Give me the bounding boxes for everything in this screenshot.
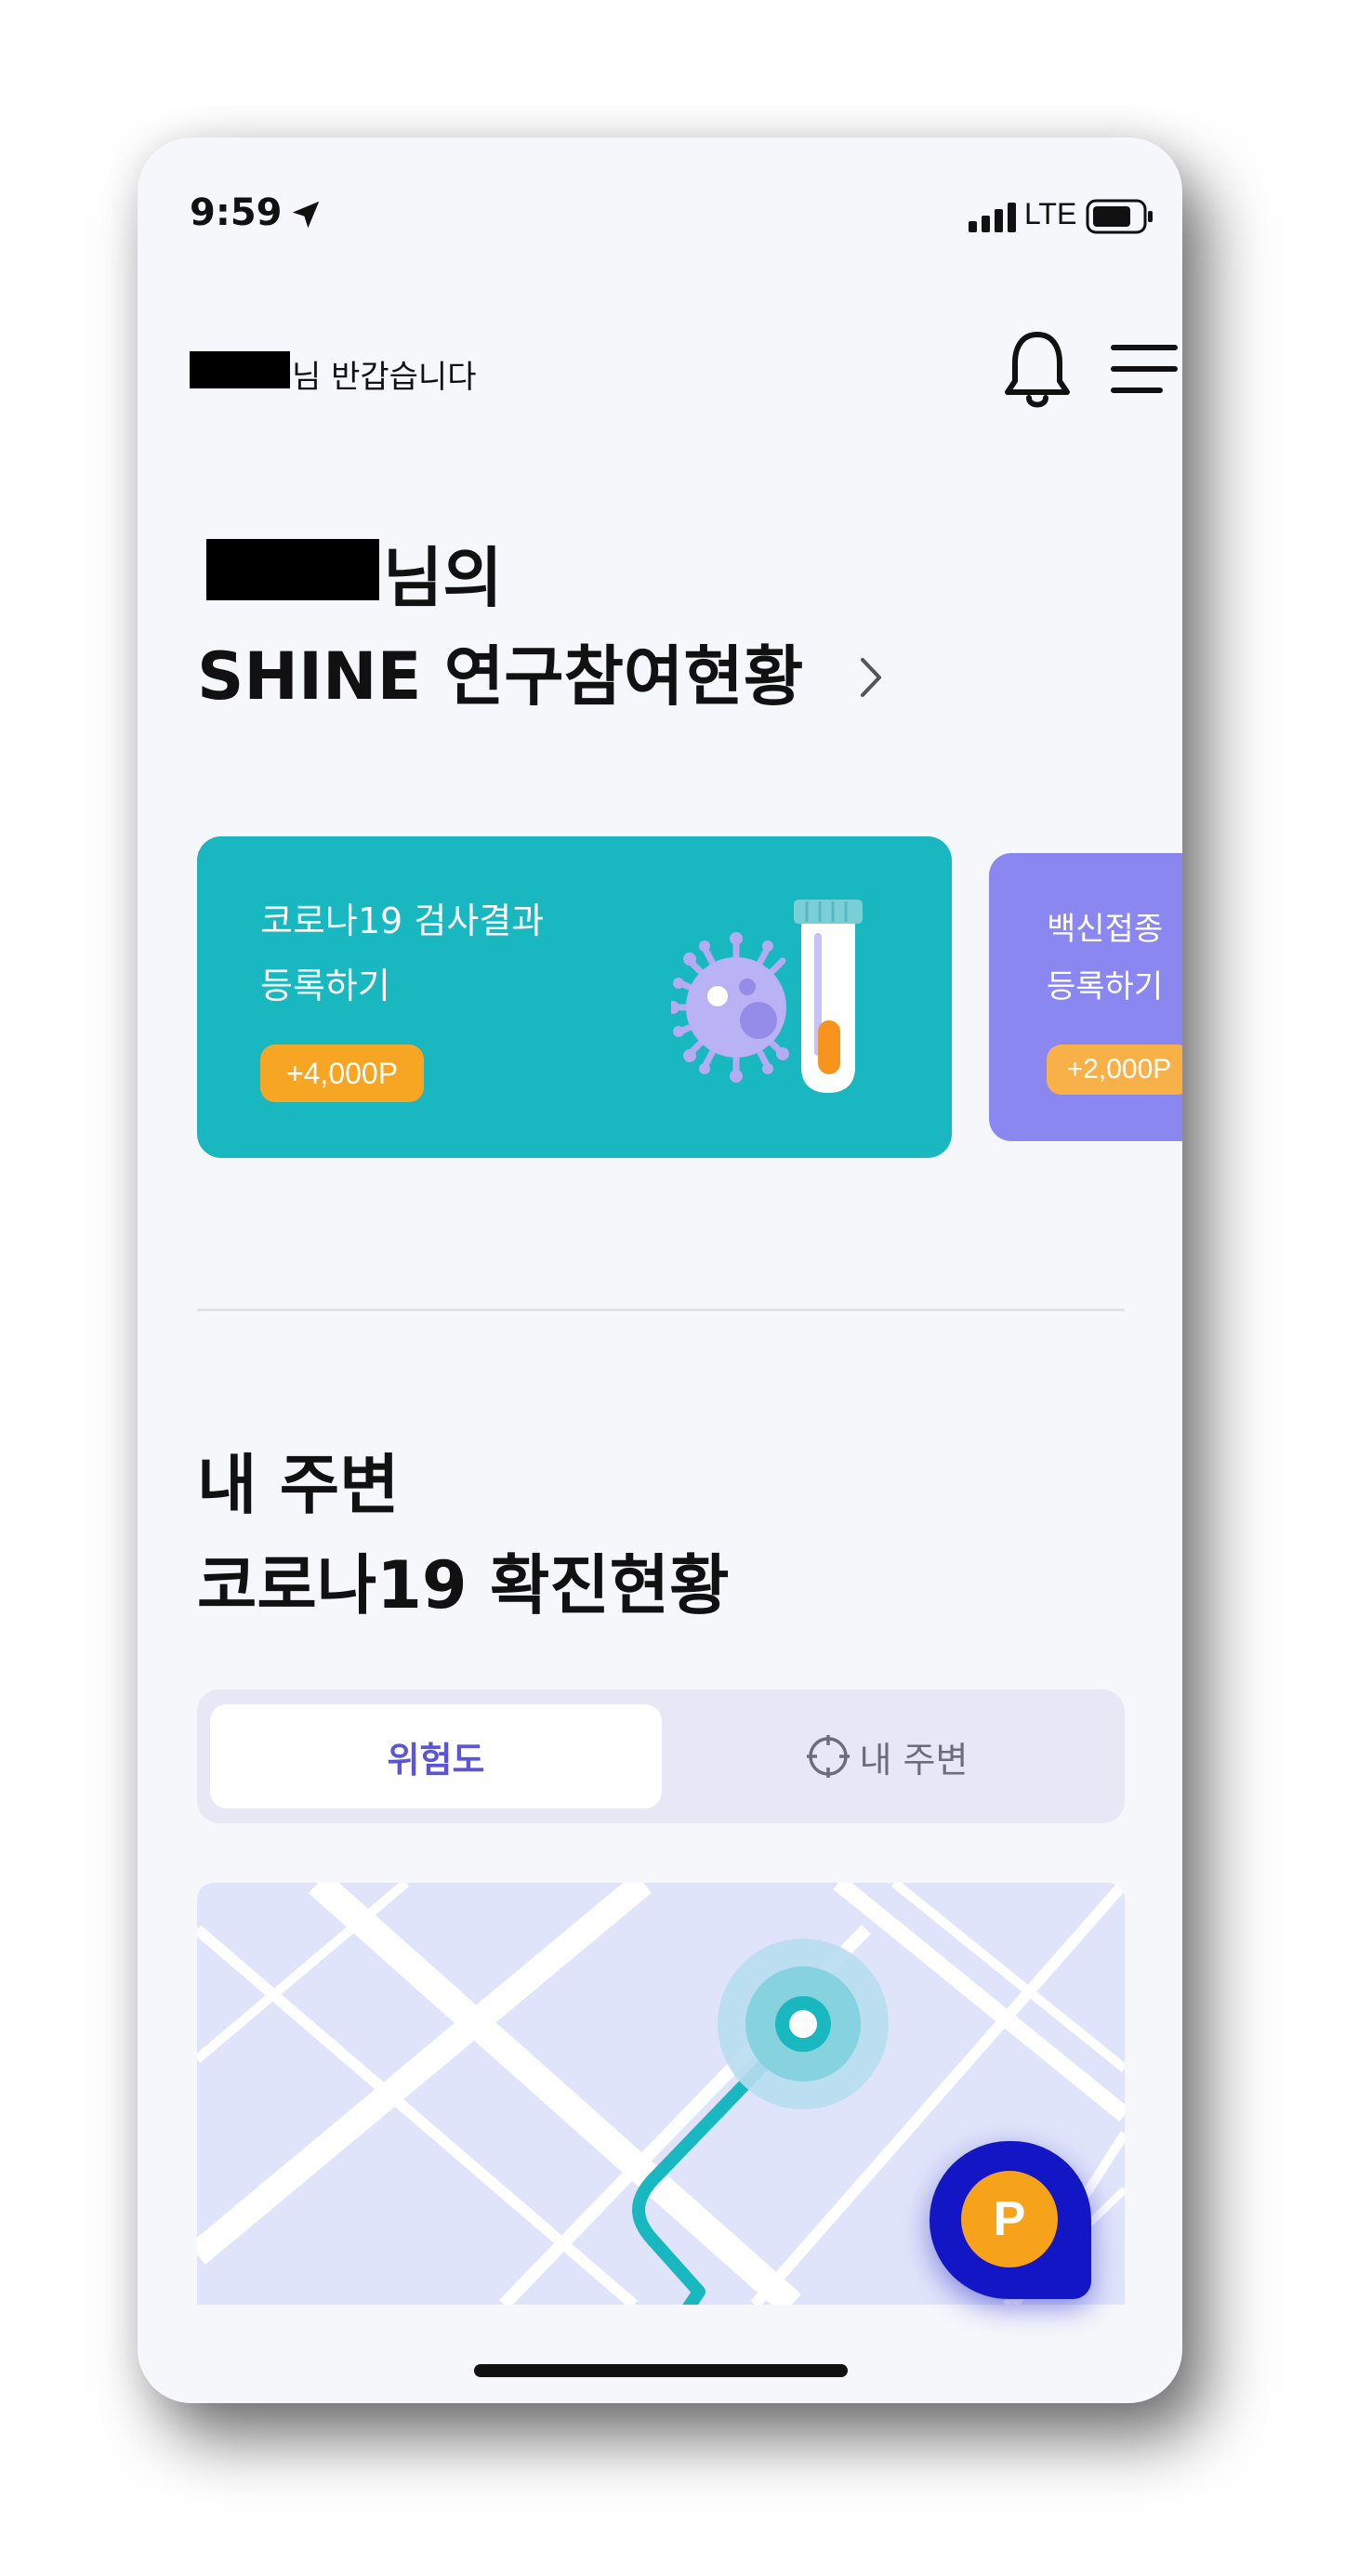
map-mask [197, 2305, 1125, 2360]
virus-test-tube-icon [671, 900, 863, 1093]
card-title: 백신접종 [1047, 911, 1164, 948]
status-time: 9:59 [190, 191, 283, 234]
nearby-subtitle: 코로나19 확진현황 [197, 1547, 730, 1623]
menu-icon[interactable] [1110, 336, 1179, 401]
bell-icon[interactable] [1000, 323, 1075, 413]
card-title: 코로나19 검사결과 [260, 900, 545, 941]
segmented-control: 위험도 내 주변 [197, 1689, 1125, 1823]
status-bar: 9:59 LTE [138, 138, 1182, 296]
network-type: LTE [1024, 197, 1077, 230]
points-coin-icon: P [961, 2171, 1058, 2267]
crosshair-icon [806, 1735, 850, 1778]
phone-screen: 9:59 LTE 님 반갑습니다 님의 SHINE 연구참여현황 코로나19 검… [138, 138, 1182, 2403]
card-subtitle: 등록하기 [260, 966, 390, 1006]
vaccine-register-card[interactable]: 백신접종 등록하기 +2,000P [989, 853, 1182, 1141]
tab-nearby[interactable]: 내 주변 [662, 1704, 1112, 1808]
study-title-suffix: 님의 [383, 540, 503, 616]
study-title: SHINE 연구참여현황 [197, 638, 804, 715]
nearby-title: 내 주변 [197, 1447, 400, 1523]
chevron-right-icon [861, 658, 881, 697]
section-divider [197, 1308, 1125, 1311]
points-badge: +2,000P [1047, 1045, 1182, 1095]
points-badge: +4,000P [260, 1045, 424, 1102]
points-fab-button[interactable]: P [930, 2141, 1091, 2299]
header: 님 반갑습니다 [190, 323, 1178, 416]
battery-icon [1086, 199, 1153, 234]
signal-strength-icon [969, 203, 1016, 232]
tab-label: 위험도 [387, 1739, 485, 1781]
covid-test-register-card[interactable]: 코로나19 검사결과 등록하기 +4,000P [197, 836, 952, 1158]
location-arrow-icon [292, 201, 320, 229]
redacted-name [190, 351, 290, 388]
tab-label: 내 주변 [859, 1739, 969, 1781]
tab-risk-level[interactable]: 위험도 [210, 1704, 662, 1808]
card-subtitle: 등록하기 [1047, 968, 1164, 1005]
redacted-name [206, 539, 379, 600]
greeting-text: 님 반갑습니다 [292, 359, 477, 396]
fab-label: P [993, 2192, 1026, 2246]
home-indicator [474, 2364, 848, 2377]
